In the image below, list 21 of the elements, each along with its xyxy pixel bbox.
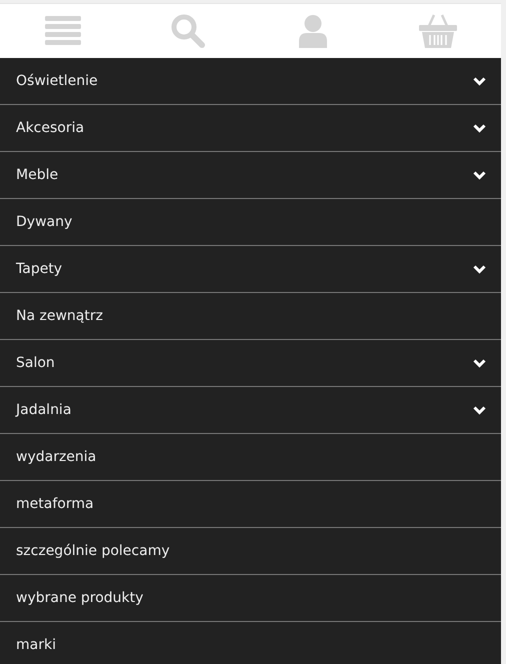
user-icon (299, 14, 328, 48)
search-button[interactable] (170, 14, 205, 48)
menu-button[interactable] (44, 16, 81, 46)
basket-icon (419, 14, 458, 48)
search-icon (170, 14, 205, 48)
menu-item[interactable]: Akcesoria (0, 105, 501, 152)
menu-item[interactable]: metaforma (0, 481, 501, 528)
menu-item[interactable]: wybrane produkty (0, 575, 501, 622)
menu-item[interactable]: Na zewnątrz (0, 293, 501, 340)
menu-item[interactable]: wydarzenia (0, 434, 501, 481)
menu-item[interactable]: marki (0, 622, 501, 664)
menu-item[interactable]: Dywany (0, 199, 501, 246)
menu-item[interactable]: Salon (0, 340, 501, 387)
menu-item[interactable]: szczególnie polecamy (0, 528, 501, 575)
menu-icon (44, 16, 81, 46)
menu-item[interactable]: Jadalnia (0, 387, 501, 434)
menu-item[interactable]: Oświetlenie (0, 58, 501, 105)
account-button[interactable] (299, 14, 328, 48)
cart-button[interactable] (419, 14, 458, 48)
menu-item[interactable]: Meble (0, 152, 501, 199)
menu-item[interactable]: Tapety (0, 246, 501, 293)
